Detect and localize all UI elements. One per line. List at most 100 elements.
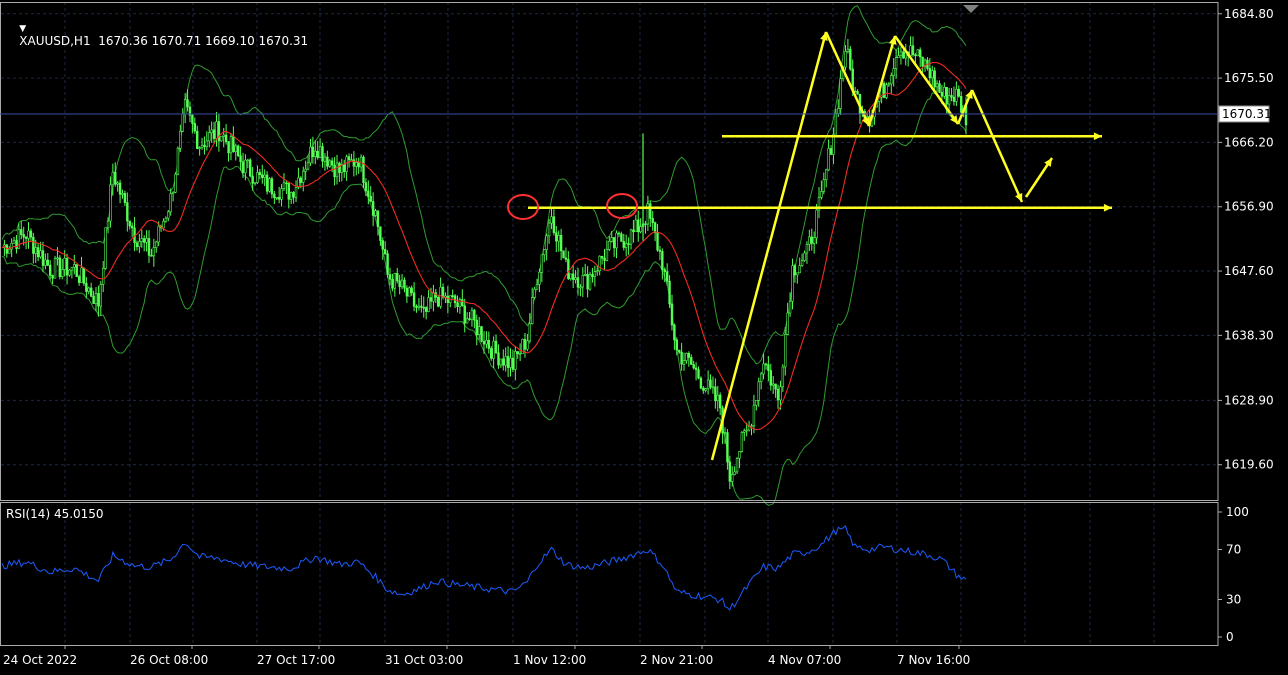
candle-body: [846, 48, 850, 52]
candle-body: [321, 146, 324, 162]
candle-body: [499, 358, 503, 366]
x-tick-label: 27 Oct 17:00: [257, 653, 335, 667]
candle-body: [485, 340, 488, 345]
candle-body: [584, 274, 587, 276]
candle-body: [217, 121, 221, 142]
candle-body: [468, 318, 471, 321]
candle-body: [258, 172, 262, 175]
candle-body: [914, 54, 917, 57]
candle-body: [63, 257, 66, 270]
candle-body: [940, 91, 944, 97]
candle-body: [885, 84, 888, 98]
candle-body: [490, 348, 493, 359]
candle-body: [617, 232, 621, 235]
candle-body: [959, 95, 963, 113]
candle-body: [200, 144, 204, 148]
price-chart[interactable]: 1684.80 1675.50 1666.20 1656.90 1647.60 1638.…: [0, 0, 1288, 671]
candle-body: [605, 249, 609, 261]
candle-body: [302, 170, 305, 183]
candle-body: [680, 351, 683, 365]
candle-body: [552, 216, 556, 233]
candle-body: [649, 203, 652, 219]
candle-body: [169, 193, 172, 213]
candle-body: [718, 394, 722, 409]
candle-body: [470, 309, 474, 320]
candle-body: [694, 367, 698, 370]
candle-body: [294, 187, 298, 198]
candle-body: [138, 241, 141, 247]
candle-body: [446, 295, 450, 303]
candle-body: [396, 272, 399, 282]
candle-body: [887, 83, 891, 86]
candle-body: [661, 251, 664, 270]
candle-body: [796, 272, 799, 276]
candle-body: [639, 226, 642, 233]
candle-body: [256, 172, 259, 183]
candle-body: [911, 45, 915, 56]
candle-body: [538, 271, 541, 285]
candle-body: [109, 184, 112, 222]
candle-body: [759, 373, 763, 382]
candle-body: [743, 430, 746, 433]
candle-body: [391, 278, 394, 289]
candle-body: [752, 404, 756, 427]
candle-body: [128, 220, 131, 227]
candle-body: [581, 275, 585, 288]
main-frame: [0, 2, 1219, 501]
candle-body: [299, 177, 303, 183]
candle-body: [193, 123, 196, 132]
candle-body: [326, 156, 329, 167]
candle-body: [699, 377, 703, 389]
candle-body: [261, 174, 264, 178]
candle-body: [820, 191, 823, 198]
candle-body: [637, 219, 640, 233]
candle-body: [224, 134, 228, 142]
candle-body: [829, 148, 833, 155]
candle-body: [697, 369, 700, 379]
candle-body: [497, 352, 500, 366]
candle-body: [670, 303, 674, 326]
candle-body: [935, 83, 939, 88]
candle-body: [810, 236, 813, 244]
candle-body: [735, 458, 739, 473]
candle-body: [620, 233, 623, 242]
candle-body: [58, 257, 62, 277]
candle-body: [145, 238, 148, 243]
candle-body: [393, 272, 397, 289]
candle-body: [769, 370, 772, 386]
candle-body: [311, 146, 315, 157]
candle-body: [856, 91, 859, 95]
candle-body: [171, 191, 175, 195]
candle-body: [622, 241, 625, 248]
y-tick-label: 1656.90: [1224, 200, 1274, 214]
candle-body: [651, 218, 654, 223]
candle-body: [771, 383, 775, 386]
candle-body: [615, 232, 618, 249]
candle-body: [142, 238, 146, 243]
candle-body: [176, 147, 180, 175]
candle-body: [420, 305, 423, 308]
candle-body: [714, 386, 717, 402]
candle-body: [504, 356, 507, 366]
candle-body: [943, 86, 946, 97]
candle-body: [338, 162, 341, 173]
candle-body: [405, 287, 409, 297]
candle-body: [417, 305, 421, 308]
candle-body: [825, 169, 828, 181]
candle-body: [514, 351, 517, 370]
candle-body: [412, 292, 416, 307]
candle-body: [12, 240, 16, 244]
dropdown-arrow-icon[interactable]: ▼: [19, 24, 26, 34]
candle-body: [183, 99, 187, 115]
candle-body: [126, 202, 129, 222]
candle-body: [20, 229, 23, 235]
candle-body: [410, 287, 413, 294]
candle-body: [251, 175, 254, 184]
candle-body: [205, 140, 209, 147]
candle-body: [890, 75, 893, 85]
candle-body: [297, 177, 300, 188]
candle-body: [229, 136, 233, 154]
candle-body: [849, 48, 852, 70]
candle-body: [600, 255, 604, 259]
candle-body: [791, 265, 794, 302]
